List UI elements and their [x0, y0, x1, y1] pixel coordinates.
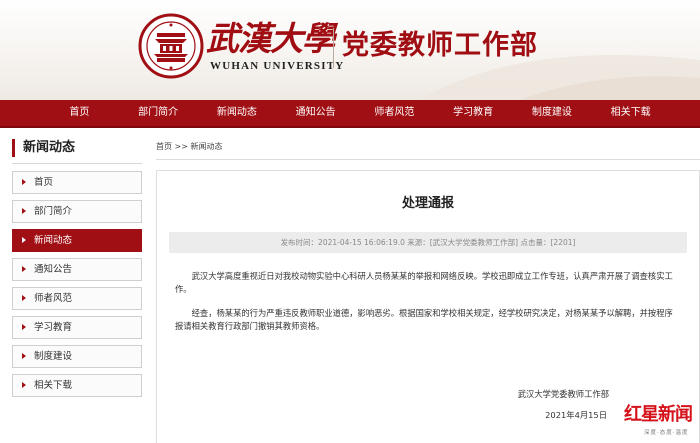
triangle-right-icon: [22, 266, 26, 272]
sidebar-item-label: 制度建设: [34, 351, 73, 362]
nav-item-notices[interactable]: 通知公告: [276, 100, 355, 126]
sidebar-item-news[interactable]: 新闻动态: [12, 229, 142, 252]
main-nav: 首页 部门简介 新闻动态 通知公告 师者风范 学习教育 制度建设 相关下载: [0, 100, 700, 128]
watermark-slogan: 深度·态度·温度: [644, 430, 689, 436]
nav-item-teachers[interactable]: 师者风范: [355, 100, 434, 126]
sidebar-item-study[interactable]: 学习教育: [12, 316, 142, 339]
triangle-right-icon: [22, 382, 26, 388]
sidebar-item-label: 首页: [34, 177, 54, 188]
article-meta: 发布时间：2021-04-15 16:06:19.0 来源：[武汉大学党委教师工…: [169, 232, 687, 253]
article-title: 处理通报: [401, 196, 454, 211]
triangle-right-icon: [22, 353, 26, 359]
news-watermark: 红星新闻 深度·态度·温度: [624, 404, 698, 440]
triangle-right-icon: [22, 324, 26, 330]
sidebar-item-teachers[interactable]: 师者风范: [12, 287, 142, 310]
signature-date: 2021年4月15日: [545, 410, 607, 420]
sidebar-item-label: 部门简介: [34, 206, 73, 217]
main-nav-items: 首页 部门简介 新闻动态 通知公告 师者风范 学习教育 制度建设 相关下载: [40, 100, 670, 126]
nav-item-about[interactable]: 部门简介: [119, 100, 198, 126]
sidebar-item-notices[interactable]: 通知公告: [12, 258, 142, 281]
sidebar-heading: 新闻动态: [12, 139, 75, 157]
logo-calligraphy[interactable]: 武漢大學: [206, 20, 335, 58]
sidebar-item-about[interactable]: 部门简介: [12, 200, 142, 223]
nav-item-rules[interactable]: 制度建设: [513, 100, 592, 126]
logo-divider: [333, 28, 334, 68]
sidebar-item-downloads[interactable]: 相关下载: [12, 374, 142, 397]
sidebar-item-label: 通知公告: [34, 264, 73, 275]
article-paragraph: 经查，杨某某的行为严重违反教师职业道德，影响恶劣。根据国家和学校相关规定，经学校…: [175, 308, 673, 331]
site-title: 党委教师工作部: [342, 30, 538, 61]
sidebar-divider: [12, 163, 142, 164]
sidebar-item-label: 新闻动态: [34, 235, 73, 246]
nav-item-news[interactable]: 新闻动态: [198, 100, 277, 126]
logo-english-name: WUHAN UNIVERSITY: [210, 60, 345, 72]
sidebar-item-home[interactable]: 首页: [12, 171, 142, 194]
triangle-right-icon: [22, 208, 26, 214]
nav-item-home[interactable]: 首页: [40, 100, 119, 126]
sidebar-item-label: 师者风范: [34, 293, 73, 304]
sidebar-item-rules[interactable]: 制度建设: [12, 345, 142, 368]
nav-item-downloads[interactable]: 相关下载: [591, 100, 670, 126]
nav-item-study[interactable]: 学习教育: [434, 100, 513, 126]
article-container: 处理通报 发布时间：2021-04-15 16:06:19.0 来源：[武汉大学…: [156, 170, 700, 443]
article-paragraph: 武汉大学高度重视近日对我校动物实验中心科研人员杨某某的举报和网络反映。学校迅即成…: [175, 271, 673, 294]
triangle-right-icon: [22, 237, 26, 243]
site-header: 武漢大學 WUHAN UNIVERSITY 党委教师工作部: [0, 0, 700, 100]
sidebar-item-label: 相关下载: [34, 380, 73, 391]
sidebar-menu: 首页 部门简介 新闻动态 通知公告 师者风范 学习教育 制度建设 相关下载: [12, 171, 142, 403]
signature-org: 武汉大学党委教师工作部: [517, 389, 609, 399]
breadcrumb-divider: [156, 159, 700, 160]
triangle-right-icon: [22, 295, 26, 301]
sidebar-item-label: 学习教育: [34, 322, 73, 333]
triangle-right-icon: [22, 179, 26, 185]
breadcrumb[interactable]: 首页 >> 新闻动态: [156, 142, 223, 152]
watermark-logo: 红星新闻: [624, 404, 693, 425]
university-seal-icon[interactable]: [138, 13, 204, 79]
